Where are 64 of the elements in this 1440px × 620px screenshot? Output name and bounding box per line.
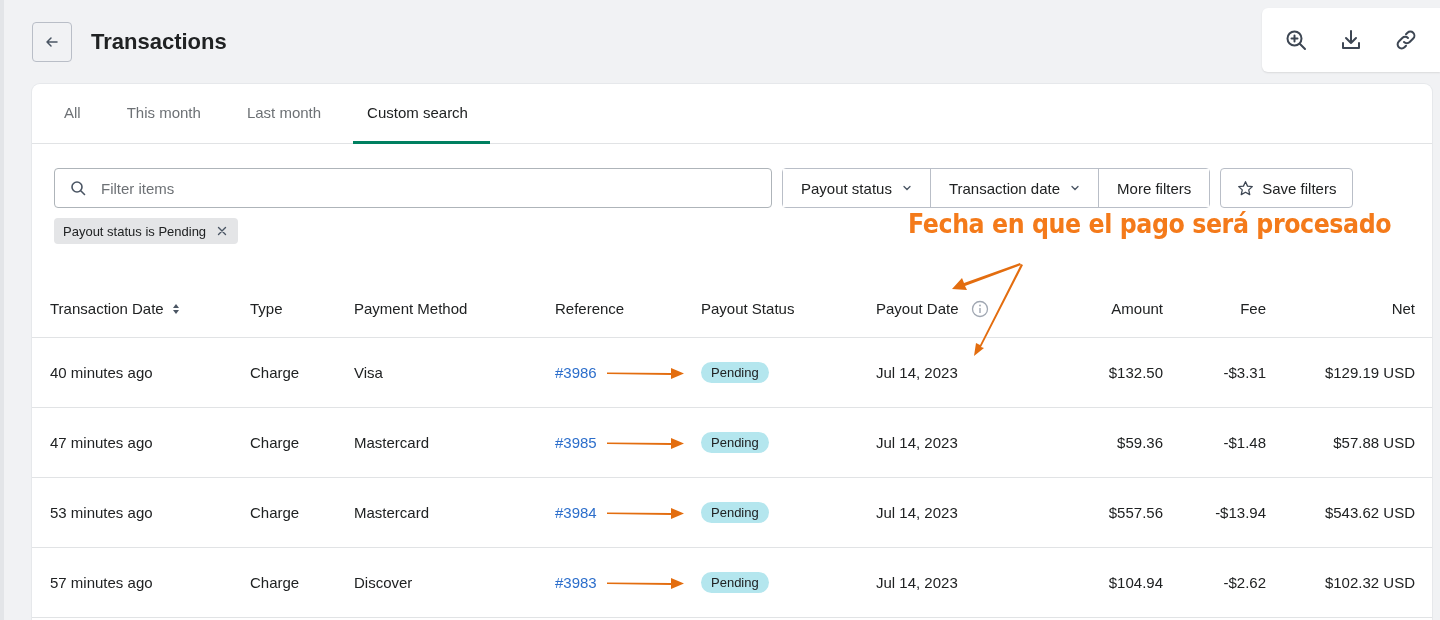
table-cell: Mastercard xyxy=(354,504,430,521)
column-header: Net xyxy=(1391,300,1415,317)
page-title: Transactions xyxy=(91,29,227,55)
status-badge: Pending xyxy=(701,362,769,383)
filter-button[interactable]: Payout status xyxy=(783,169,931,207)
table-cell: -$2.62 xyxy=(1223,574,1266,591)
column-header: Reference xyxy=(555,300,625,317)
table-cell: $57.88 USD xyxy=(1333,434,1415,451)
search-icon xyxy=(70,180,86,196)
table-cell: $104.94 xyxy=(1108,574,1163,591)
status-badge: Pending xyxy=(701,502,769,523)
column-header: Transaction Date xyxy=(50,300,164,317)
table-cell: 53 minutes ago xyxy=(50,504,153,521)
table-cell: Jul 14, 2023 xyxy=(876,504,958,521)
chevron-down-icon xyxy=(1070,183,1081,193)
column-header: Payment Method xyxy=(354,300,468,317)
table-cell: 47 minutes ago xyxy=(50,434,153,451)
zoom-in-icon xyxy=(1283,28,1308,52)
tab[interactable]: Custom search xyxy=(353,84,490,144)
reference-link[interactable]: #3983 xyxy=(555,574,597,591)
close-icon[interactable] xyxy=(216,225,229,237)
table-cell: Mastercard xyxy=(354,434,430,451)
table-cell: $543.62 USD xyxy=(1324,504,1415,521)
table-cell: Charge xyxy=(250,364,300,381)
table-cell: Jul 14, 2023 xyxy=(876,364,958,381)
table-cell: -$13.94 xyxy=(1215,504,1266,521)
search-field[interactable]: Filter items xyxy=(54,168,772,208)
back-arrow-icon xyxy=(44,34,60,50)
tab[interactable]: This month xyxy=(112,84,223,144)
table-cell: 40 minutes ago xyxy=(50,364,153,381)
tab[interactable]: All xyxy=(50,84,103,144)
column-header: Amount xyxy=(1111,300,1163,317)
table-cell: $557.56 xyxy=(1108,504,1163,521)
reference-link[interactable]: #3986 xyxy=(555,364,597,381)
reference-link[interactable]: #3985 xyxy=(555,434,597,451)
table-cell: Discover xyxy=(354,574,413,591)
column-header: Fee xyxy=(1240,300,1266,317)
chevron-down-icon xyxy=(901,183,912,193)
download-icon xyxy=(1339,28,1363,52)
tab[interactable]: Last month xyxy=(232,84,344,144)
table-cell: $129.19 USD xyxy=(1324,364,1415,381)
table-cell: Charge xyxy=(250,574,300,591)
table-cell: $102.32 USD xyxy=(1324,574,1415,591)
annotation-label: Fecha en que el pago será procesado xyxy=(908,208,1392,239)
table-cell: -$3.31 xyxy=(1223,364,1266,381)
save-filters-button[interactable]: Save filters xyxy=(1220,168,1354,208)
table-cell: $59.36 xyxy=(1117,434,1163,451)
status-badge: Pending xyxy=(701,432,769,453)
table-cell: 57 minutes ago xyxy=(50,574,153,591)
column-header: Type xyxy=(250,300,283,317)
column-header: Payout Status xyxy=(701,300,795,317)
table-cell: Charge xyxy=(250,504,300,521)
table-cell: Jul 14, 2023 xyxy=(876,574,958,591)
status-badge: Pending xyxy=(701,572,769,593)
column-header: Payout Date xyxy=(876,300,959,317)
table-cell: $132.50 xyxy=(1108,364,1163,381)
reference-link[interactable]: #3984 xyxy=(555,504,597,521)
filter-chip-label: Payout status is Pending xyxy=(63,223,207,239)
table-cell: Visa xyxy=(354,364,383,381)
table-cell: Charge xyxy=(250,434,300,451)
sort-icon[interactable] xyxy=(171,302,180,315)
star-icon xyxy=(1237,179,1255,197)
table-cell: -$1.48 xyxy=(1223,434,1266,451)
table-cell: Jul 14, 2023 xyxy=(876,434,958,451)
